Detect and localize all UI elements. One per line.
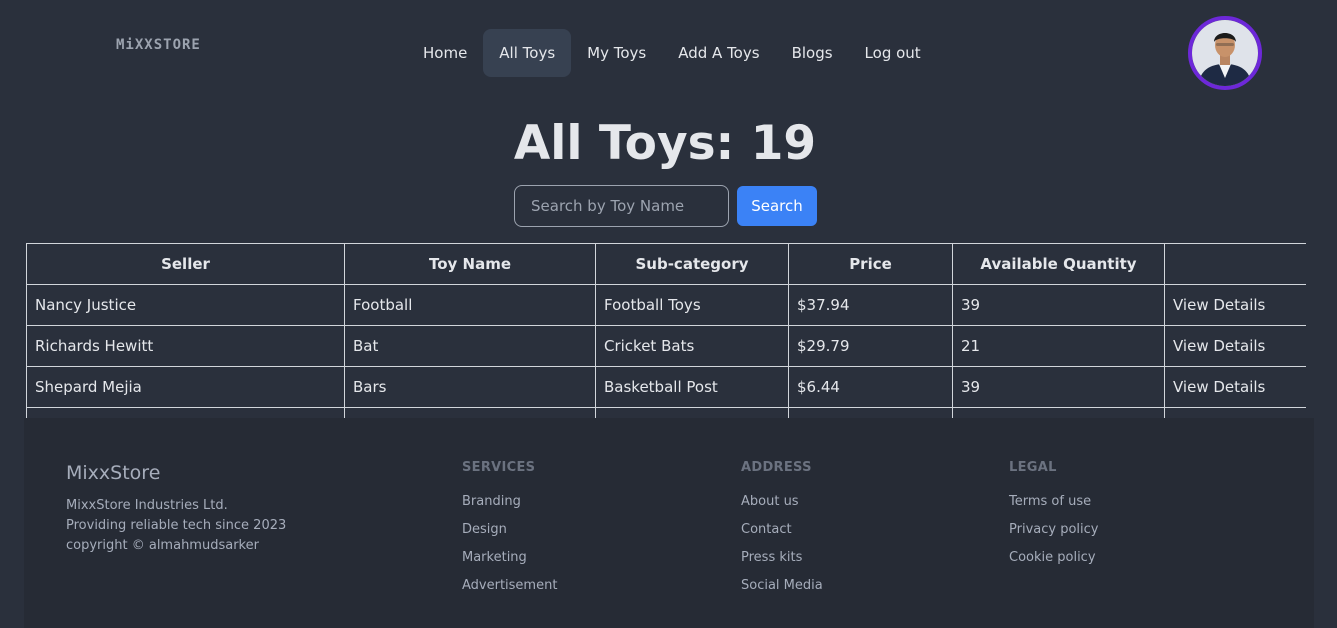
footer-company-line: MixxStore Industries Ltd. [66, 498, 228, 513]
footer-link-cookie-policy[interactable]: Cookie policy [1009, 548, 1098, 576]
footer-link-advertisement[interactable]: Advertisement [462, 576, 557, 604]
cell-quantity: 39 [952, 366, 1165, 408]
footer-link-privacy-policy[interactable]: Privacy policy [1009, 520, 1098, 548]
footer-heading-services: SERVICES [462, 460, 536, 475]
nav-item-home[interactable]: Home [407, 29, 483, 77]
user-avatar[interactable] [1188, 16, 1262, 90]
table-header-row: Seller Toy Name Sub-category Price Avail… [26, 243, 1306, 285]
nav-item-my-toys[interactable]: My Toys [571, 29, 662, 77]
nav-item-blogs[interactable]: Blogs [776, 29, 849, 77]
cell-price: $29.79 [788, 325, 953, 367]
view-details-link[interactable]: View Details [1164, 325, 1306, 367]
toys-table: Seller Toy Name Sub-category Price Avail… [26, 243, 1306, 419]
cell-seller: Nancy Justice [26, 284, 345, 326]
navbar: MiXXSTORE Home All Toys My Toys Add A To… [24, 0, 1314, 108]
footer-link-design[interactable]: Design [462, 520, 557, 548]
footer-column-legal: LEGAL Terms of use Privacy policy Cookie… [1009, 460, 1098, 576]
nav-menu: Home All Toys My Toys Add A Toys Blogs L… [407, 29, 937, 77]
footer-link-branding[interactable]: Branding [462, 492, 557, 520]
footer-column-services: SERVICES Branding Design Marketing Adver… [462, 460, 557, 604]
column-header-seller: Seller [26, 243, 345, 285]
footer-link-terms-of-use[interactable]: Terms of use [1009, 492, 1098, 520]
footer-heading-address: ADDRESS [741, 460, 812, 475]
cell-seller: Richards Hewitt [26, 325, 345, 367]
cell-quantity: 21 [952, 325, 1165, 367]
cell-quantity: 39 [952, 284, 1165, 326]
toys-table-container[interactable]: Seller Toy Name Sub-category Price Avail… [26, 243, 1306, 419]
table-row: Richards Hewitt Bat Cricket Bats $29.79 … [26, 325, 1306, 367]
cell-sub-category: Football Toys [595, 284, 789, 326]
footer-tagline: Providing reliable tech since 2023 [66, 518, 287, 533]
table-row: Shepard Mejia Bars Basketball Post $6.44… [26, 366, 1306, 408]
column-header-available-quantity: Available Quantity [952, 243, 1165, 285]
cell-toy-name: Football [344, 284, 596, 326]
user-avatar-image [1192, 20, 1258, 86]
cell-toy-name: Bat [344, 325, 596, 367]
cell-price: $37.94 [788, 284, 953, 326]
footer-link-marketing[interactable]: Marketing [462, 548, 557, 576]
site-logo[interactable]: MiXXSTORE [116, 37, 201, 53]
column-header-price: Price [788, 243, 953, 285]
column-header-sub-category: Sub-category [595, 243, 789, 285]
footer-description: MixxStore Industries Ltd. Providing reli… [66, 496, 286, 556]
nav-item-add-a-toys[interactable]: Add A Toys [662, 29, 775, 77]
cell-sub-category: Cricket Bats [595, 325, 789, 367]
footer-heading-legal: LEGAL [1009, 460, 1057, 475]
column-header-toy-name: Toy Name [344, 243, 596, 285]
column-header-actions [1164, 243, 1306, 285]
footer-column-address: ADDRESS About us Contact Press kits Soci… [741, 460, 823, 604]
view-details-link[interactable]: View Details [1164, 284, 1306, 326]
cell-sub-category: Basketball Post [595, 366, 789, 408]
view-details-link[interactable]: View Details [1164, 366, 1306, 408]
nav-item-log-out[interactable]: Log out [849, 29, 937, 77]
search-input[interactable] [514, 185, 729, 227]
footer-link-press-kits[interactable]: Press kits [741, 548, 823, 576]
footer-link-about-us[interactable]: About us [741, 492, 823, 520]
footer-link-contact[interactable]: Contact [741, 520, 823, 548]
footer: MixxStore MixxStore Industries Ltd. Prov… [24, 418, 1314, 628]
footer-link-social-media[interactable]: Social Media [741, 576, 823, 604]
cell-seller: Shepard Mejia [26, 366, 345, 408]
page-title: All Toys: 19 [513, 116, 817, 171]
footer-copyright: copyright © almahmudsarker [66, 538, 259, 553]
table-row: Nancy Justice Football Football Toys $37… [26, 284, 1306, 326]
footer-brand: MixxStore [66, 462, 161, 484]
cell-price: $6.44 [788, 366, 953, 408]
nav-item-all-toys[interactable]: All Toys [483, 29, 572, 77]
search-button[interactable]: Search [737, 186, 817, 226]
cell-toy-name: Bars [344, 366, 596, 408]
